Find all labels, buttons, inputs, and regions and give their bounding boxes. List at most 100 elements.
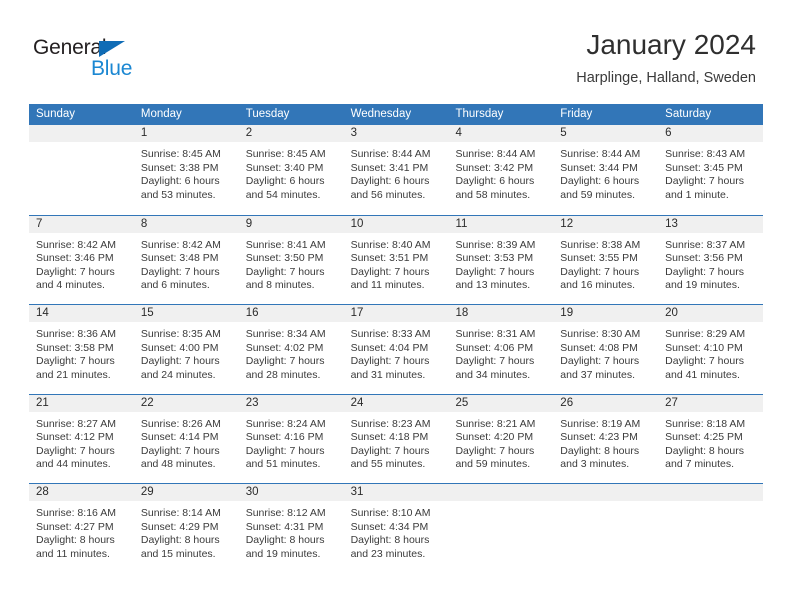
day-detail-line: Daylight: 6 hours — [350, 175, 430, 188]
day-cell-28[interactable]: 28 Sunrise: 8:16 AM Sunset: 4:27 PM Dayligh… — [29, 484, 134, 573]
day-details: Sunrise: 8:23 AM Sunset: 4:18 PM Daylight:… — [344, 412, 449, 472]
day-details: Sunrise: 8:35 AM Sunset: 4:00 PM Daylight:… — [134, 322, 239, 382]
day-cell-4[interactable]: 4 Sunrise: 8:44 AM Sunset: 3:42 PM Daylight… — [448, 125, 554, 215]
day-detail-line: Daylight: 8 hours — [36, 534, 115, 547]
day-detail-line: Sunset: 4:04 PM — [350, 341, 429, 354]
day-cell-14[interactable]: 14 Sunrise: 8:36 AM Sunset: 3:58 PM Dayligh… — [29, 305, 134, 394]
day-detail-line: and 24 minutes. — [140, 368, 216, 381]
day-detail-line: Sunrise: 8:44 AM — [560, 148, 641, 160]
day-cell-7[interactable]: 7 Sunrise: 8:42 AM Sunset: 3:46 PM Daylight… — [29, 215, 134, 305]
day-cell-13[interactable]: 13 Sunrise: 8:37 AM Sunset: 3:56 PM Dayligh… — [658, 215, 764, 305]
day-detail-line: Sunrise: 8:26 AM — [140, 417, 221, 430]
day-cell-23[interactable]: 23 Sunrise: 8:24 AM Sunset: 4:16 PM Dayligh… — [238, 394, 344, 484]
calendar-week-row: 28 Sunrise: 8:16 AM Sunset: 4:27 PM Dayligh… — [29, 483, 764, 573]
day-cell-20[interactable]: 20 Sunrise: 8:29 AM Sunset: 4:10 PM Dayligh… — [658, 305, 764, 394]
page-header: General Blue January 2024 Harplinge, Hal… — [0, 0, 792, 100]
day-detail-line: Sunrise: 8:45 AM — [245, 148, 326, 160]
day-cell-empty — [29, 125, 134, 215]
day-cell-3[interactable]: 3 Sunrise: 8:44 AM Sunset: 3:41 PM Daylight… — [343, 125, 449, 215]
day-number: 30 — [238, 484, 344, 501]
day-cell-24[interactable]: 24 Sunrise: 8:23 AM Sunset: 4:18 PM Dayligh… — [343, 394, 449, 484]
day-details: Sunrise: 8:42 AM Sunset: 3:48 PM Daylight:… — [134, 233, 239, 293]
day-detail-line: and 23 minutes. — [350, 547, 426, 560]
day-detail-line: and 31 minutes. — [350, 368, 426, 381]
day-cell-27[interactable]: 27 Sunrise: 8:18 AM Sunset: 4:25 PM Dayligh… — [658, 394, 764, 484]
day-cell-8[interactable]: 8 Sunrise: 8:42 AM Sunset: 3:48 PM Daylight… — [133, 215, 239, 305]
day-cell-12[interactable]: 12 Sunrise: 8:38 AM Sunset: 3:55 PM Dayligh… — [553, 215, 659, 305]
day-cell-15[interactable]: 15 Sunrise: 8:35 AM Sunset: 4:00 PM Dayligh… — [133, 305, 239, 394]
day-detail-line: Sunrise: 8:16 AM — [36, 507, 116, 519]
day-detail-line: Daylight: 7 hours — [665, 355, 744, 368]
calendar-body: 1 Sunrise: 8:45 AM Sunset: 3:38 PM Daylight… — [29, 125, 764, 573]
day-detail-line: Sunrise: 8:10 AM — [350, 507, 431, 519]
day-cell-22[interactable]: 22 Sunrise: 8:26 AM Sunset: 4:14 PM Dayligh… — [133, 394, 239, 484]
day-detail-line: Sunrise: 8:43 AM — [665, 148, 746, 160]
day-cell-11[interactable]: 11 Sunrise: 8:39 AM Sunset: 3:53 PM Dayligh… — [448, 215, 554, 305]
day-cell-9[interactable]: 9 Sunrise: 8:41 AM Sunset: 3:50 PM Daylight… — [238, 215, 344, 305]
day-cell-6[interactable]: 6 Sunrise: 8:43 AM Sunset: 3:45 PM Daylight… — [658, 125, 764, 215]
day-cell-2[interactable]: 2 Sunrise: 8:45 AM Sunset: 3:40 PM Daylight… — [238, 125, 344, 215]
day-detail-line: and 13 minutes. — [455, 279, 531, 292]
day-cell-25[interactable]: 25 Sunrise: 8:21 AM Sunset: 4:20 PM Dayligh… — [448, 394, 554, 484]
day-details: Sunrise: 8:45 AM Sunset: 3:38 PM Daylight:… — [134, 142, 239, 202]
day-detail-line: and 55 minutes. — [350, 458, 426, 471]
day-detail-line: and 44 minutes. — [36, 458, 111, 471]
day-details: Sunrise: 8:33 AM Sunset: 4:04 PM Daylight:… — [344, 322, 449, 382]
day-cell-21[interactable]: 21 Sunrise: 8:27 AM Sunset: 4:12 PM Dayligh… — [29, 394, 134, 484]
day-number: 3 — [343, 125, 449, 142]
day-cell-29[interactable]: 29 Sunrise: 8:14 AM Sunset: 4:29 PM Dayligh… — [133, 484, 239, 573]
day-details: Sunrise: 8:40 AM Sunset: 3:51 PM Daylight:… — [344, 233, 449, 293]
day-detail-line: and 41 minutes. — [665, 368, 740, 381]
day-cell-empty — [448, 484, 554, 573]
day-detail-line: Sunset: 3:42 PM — [455, 161, 534, 174]
generalblue-logo[interactable]: General Blue — [33, 36, 213, 82]
day-details: Sunrise: 8:14 AM Sunset: 4:29 PM Daylight:… — [134, 501, 239, 561]
day-detail-line: Daylight: 7 hours — [245, 265, 325, 278]
day-detail-line: Sunrise: 8:45 AM — [140, 148, 221, 160]
day-cell-31[interactable]: 31 Sunrise: 8:10 AM Sunset: 4:34 PM Dayligh… — [343, 484, 449, 573]
day-number: 13 — [658, 215, 764, 233]
day-detail-line: Daylight: 7 hours — [245, 355, 325, 368]
day-cell-16[interactable]: 16 Sunrise: 8:34 AM Sunset: 4:02 PM Dayligh… — [238, 305, 344, 394]
day-details: Sunrise: 8:44 AM Sunset: 3:44 PM Daylight:… — [553, 142, 658, 202]
day-detail-line: Sunset: 3:38 PM — [140, 161, 219, 174]
day-cell-17[interactable]: 17 Sunrise: 8:33 AM Sunset: 4:04 PM Dayligh… — [343, 305, 449, 394]
day-detail-line: Daylight: 8 hours — [665, 444, 744, 457]
day-number: 21 — [29, 394, 134, 412]
day-number: 31 — [343, 484, 449, 501]
day-cell-26[interactable]: 26 Sunrise: 8:19 AM Sunset: 4:23 PM Dayligh… — [553, 394, 659, 484]
day-cell-1[interactable]: 1 Sunrise: 8:45 AM Sunset: 3:38 PM Daylight… — [133, 125, 239, 215]
day-details: Sunrise: 8:38 AM Sunset: 3:55 PM Daylight:… — [553, 233, 658, 293]
day-detail-line: Daylight: 7 hours — [140, 355, 220, 368]
day-detail-line: Sunset: 3:45 PM — [665, 161, 743, 174]
day-detail-line: Sunrise: 8:14 AM — [140, 507, 221, 519]
calendar-page: General Blue January 2024 Harplinge, Hal… — [0, 0, 792, 612]
day-detail-line: Daylight: 7 hours — [350, 444, 430, 457]
day-cell-5[interactable]: 5 Sunrise: 8:44 AM Sunset: 3:44 PM Daylight… — [553, 125, 659, 215]
day-number: 19 — [553, 305, 659, 322]
logo-word-blue: Blue — [91, 57, 133, 80]
day-detail-line: Daylight: 8 hours — [140, 534, 220, 547]
day-detail-line: Sunset: 4:29 PM — [140, 520, 219, 533]
day-detail-line: and 53 minutes. — [140, 188, 216, 201]
day-number: 23 — [238, 394, 344, 412]
day-detail-line: and 15 minutes. — [140, 547, 216, 560]
day-detail-line: Daylight: 7 hours — [36, 265, 115, 278]
day-detail-line: Sunrise: 8:31 AM — [455, 328, 536, 340]
day-detail-line: Daylight: 8 hours — [560, 444, 640, 457]
day-cell-18[interactable]: 18 Sunrise: 8:31 AM Sunset: 4:06 PM Dayligh… — [448, 305, 554, 394]
day-detail-line: Sunrise: 8:41 AM — [245, 238, 326, 251]
day-number — [448, 484, 554, 501]
day-number: 1 — [133, 125, 239, 142]
day-cell-19[interactable]: 19 Sunrise: 8:30 AM Sunset: 4:08 PM Dayligh… — [553, 305, 659, 394]
day-detail-line: Sunrise: 8:29 AM — [665, 328, 746, 340]
day-details: Sunrise: 8:41 AM Sunset: 3:50 PM Daylight:… — [239, 233, 344, 293]
day-cell-30[interactable]: 30 Sunrise: 8:12 AM Sunset: 4:31 PM Dayligh… — [238, 484, 344, 573]
weekday-header-friday: Friday — [560, 108, 593, 120]
day-detail-line: Sunrise: 8:24 AM — [245, 417, 326, 430]
day-number: 6 — [658, 125, 764, 142]
day-number: 27 — [658, 394, 764, 412]
day-detail-line: and 59 minutes. — [455, 458, 531, 471]
day-cell-10[interactable]: 10 Sunrise: 8:40 AM Sunset: 3:51 PM Dayligh… — [343, 215, 449, 305]
day-details — [553, 501, 658, 507]
